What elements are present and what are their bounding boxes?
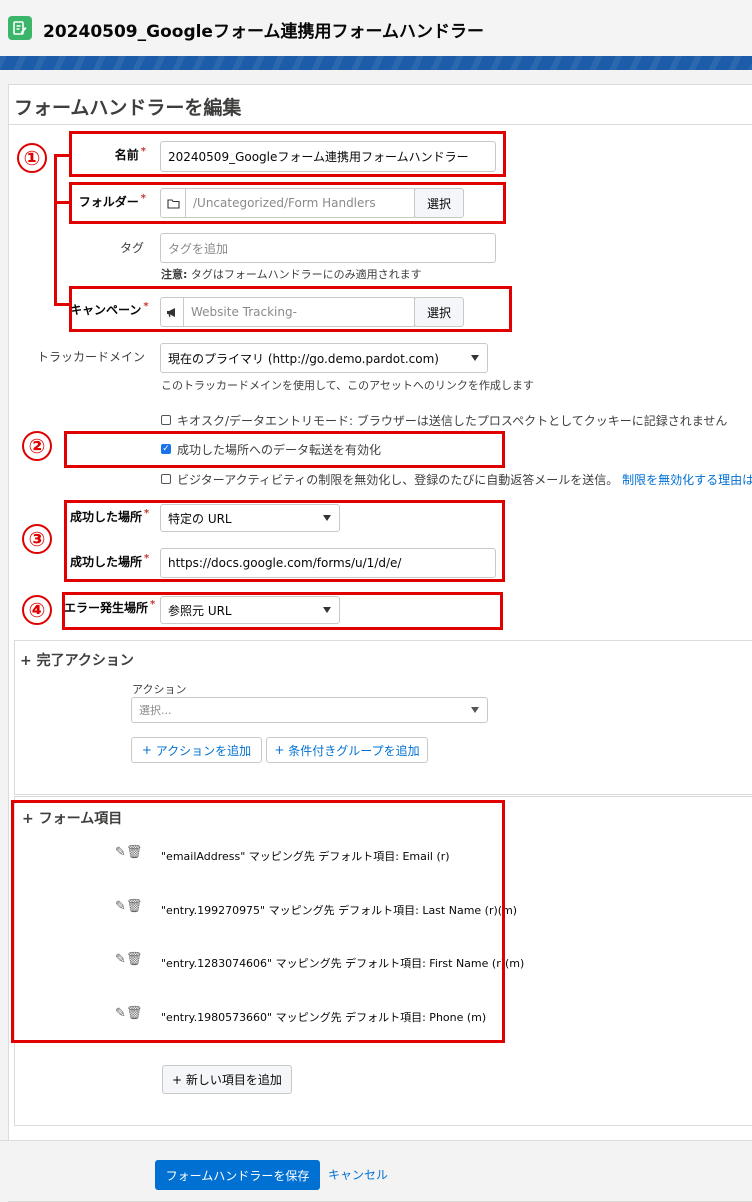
visitor-limit-checkbox[interactable] [161, 474, 171, 484]
highlight-name [69, 131, 506, 177]
visitor-limit-link[interactable]: 制限を無効化する理由は? [622, 473, 752, 487]
highlight-success [64, 500, 505, 582]
divider [9, 124, 752, 125]
annotation-2: ② [22, 431, 52, 461]
cancel-link[interactable]: キャンセル [328, 1166, 388, 1183]
kiosk-checkbox[interactable] [161, 415, 171, 425]
tracker-domain-label: トラッカードメイン [36, 350, 145, 364]
tracker-domain-help: このトラッカードメインを使用して、このアセットへのリンクを作成します [161, 379, 534, 392]
highlight-form-fields [11, 800, 505, 1043]
highlight-folder [69, 182, 506, 224]
highlight-forward [64, 431, 505, 468]
action-label: アクション [132, 683, 187, 696]
header-band [0, 56, 752, 70]
add-action-button[interactable]: + アクションを追加 [131, 737, 262, 763]
annotation-bracket [54, 154, 57, 304]
highlight-campaign [69, 286, 512, 332]
annotation-1: ① [17, 143, 47, 173]
tracker-domain-select[interactable]: 現在のプライマリ (http://go.demo.pardot.com) [160, 343, 488, 373]
save-button[interactable]: フォームハンドラーを保存 [155, 1160, 320, 1190]
add-field-button[interactable]: + 新しい項目を追加 [162, 1065, 292, 1094]
window-title: 20240509_Googleフォーム連携用フォームハンドラー [43, 22, 484, 42]
tag-input[interactable]: タグを追加 [160, 233, 496, 263]
tag-note: 注意: タグはフォームハンドラーにのみ適用されます [161, 268, 422, 281]
highlight-error [62, 592, 503, 630]
action-select[interactable]: 選択... [131, 697, 488, 723]
add-condition-group-button[interactable]: + 条件付きグループを追加 [266, 737, 428, 763]
form-handler-icon [8, 16, 32, 40]
annotation-4: ④ [22, 595, 52, 625]
kiosk-label: キオスク/データエントリモード: ブラウザーは送信したプロスペクトとしてクッキー… [177, 414, 728, 428]
chevron-down-icon [471, 355, 479, 361]
visitor-limit-label: ビジターアクティビティの制限を無効化し、登録のたびに自動返答メールを送信。 制限… [177, 471, 752, 488]
page-heading: フォームハンドラーを編集 [14, 97, 242, 119]
tag-label: タグ [119, 241, 144, 255]
annotation-3: ③ [22, 524, 52, 554]
completion-actions-title[interactable]: + 完了アクション [20, 650, 134, 670]
chevron-down-icon [471, 707, 479, 713]
